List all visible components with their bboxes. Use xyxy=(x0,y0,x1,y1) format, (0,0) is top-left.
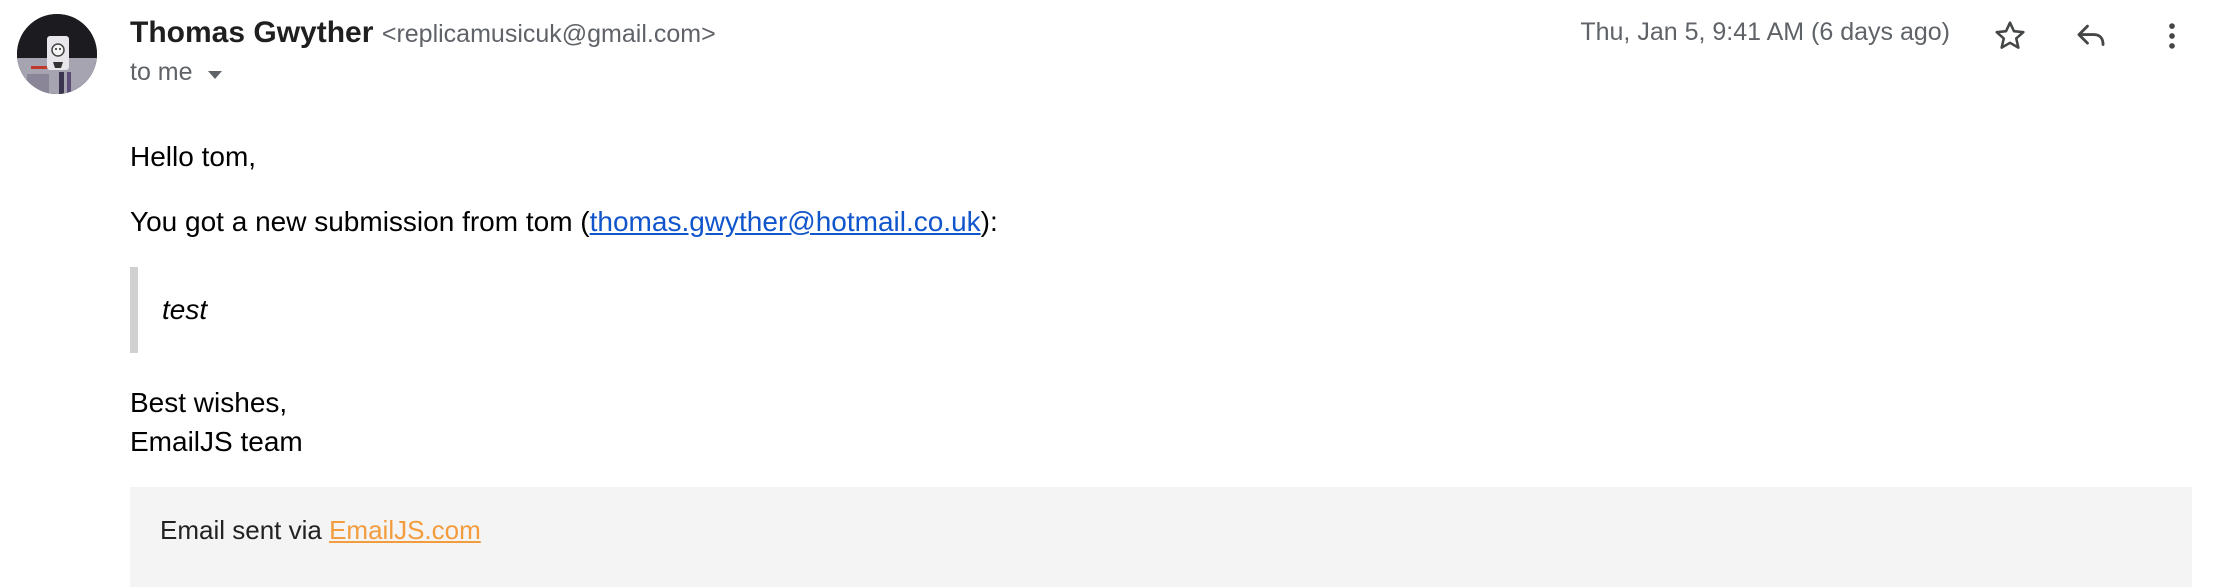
quoted-message-text: test xyxy=(162,294,208,325)
footer-text: Email sent via EmailJS.com xyxy=(160,515,481,546)
submitter-email-link[interactable]: thomas.gwyther@hotmail.co.uk xyxy=(590,206,981,237)
signoff: Best wishes, EmailJS team xyxy=(130,383,303,461)
sender-email: <replicamusicuk@gmail.com> xyxy=(381,20,716,48)
submission-prefix: You got a new submission from tom ( xyxy=(130,206,590,237)
submission-suffix: ): xyxy=(980,206,998,237)
sender-avatar[interactable] xyxy=(17,14,97,94)
sender-name[interactable]: Thomas Gwyther xyxy=(130,16,373,49)
recipient-details-toggle[interactable]: to me xyxy=(130,58,223,87)
email-footer: Email sent via EmailJS.com xyxy=(130,487,2192,587)
quoted-message: test xyxy=(130,267,207,353)
greeting-text: Hello tom, xyxy=(130,141,257,172)
more-vert-icon[interactable] xyxy=(2148,12,2196,60)
star-icon[interactable] xyxy=(1986,12,2034,60)
reply-icon[interactable] xyxy=(2067,12,2115,60)
email-date: Thu, Jan 5, 9:41 AM (6 days ago) xyxy=(1580,18,1950,46)
sender-line: Thomas Gwyther <replicamusicuk@gmail.com… xyxy=(130,16,716,50)
recipient-label: to me xyxy=(130,58,193,86)
chevron-down-icon[interactable] xyxy=(207,58,223,87)
footer-prefix: Email sent via xyxy=(160,515,330,545)
submission-line: You got a new submission from tom (thoma… xyxy=(130,206,998,238)
signoff-line-1: Best wishes, xyxy=(130,387,288,418)
emailjs-link[interactable]: EmailJS.com xyxy=(329,515,481,545)
signoff-line-2: EmailJS team xyxy=(130,426,303,457)
